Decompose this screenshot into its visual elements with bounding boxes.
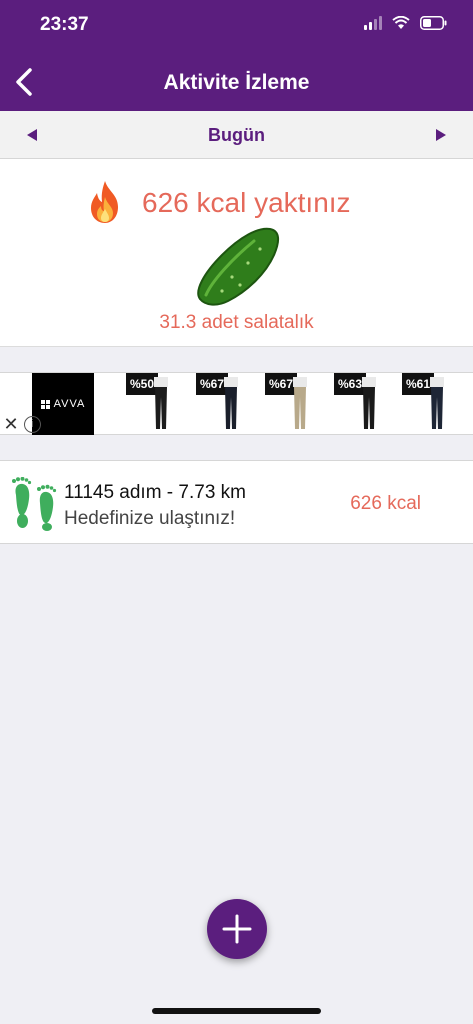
next-day-button[interactable] xyxy=(421,111,461,159)
activity-kcal-text: 626 kcal xyxy=(350,493,421,514)
battery-icon xyxy=(420,16,447,30)
close-icon[interactable]: ✕ xyxy=(2,415,20,433)
ad-product[interactable]: %50 xyxy=(126,373,194,435)
ad-product[interactable]: %63 xyxy=(334,373,402,435)
date-label: Bugün xyxy=(208,125,265,145)
page-title: Aktivite İzleme xyxy=(163,71,310,94)
add-activity-button[interactable] xyxy=(207,899,267,959)
header-bar: 23:37 Aktivite İzleme xyxy=(0,0,473,111)
flame-icon xyxy=(86,179,124,230)
ad-product[interactable]: %67 xyxy=(265,373,333,435)
wifi-icon xyxy=(392,16,410,30)
pants-image xyxy=(293,377,307,431)
footprints-icon xyxy=(10,476,60,536)
cucumber-icon xyxy=(192,225,284,312)
date-navigator: Bugün xyxy=(0,111,473,159)
activity-list-item[interactable]: 11145 adım - 7.73 km Hedefinize ulaştını… xyxy=(0,460,473,544)
ad-brand-logo[interactable]: AVVA xyxy=(32,373,94,435)
signal-icon xyxy=(364,16,382,30)
food-equivalent-text: 31.3 adet salatalık xyxy=(159,312,314,333)
ad-banner[interactable]: AVVA %50 %67 %67 %63 %61 ✕ i xyxy=(0,372,473,435)
info-icon[interactable]: i xyxy=(24,416,41,433)
triangle-right-icon xyxy=(436,129,446,141)
calorie-summary-card: 626 kcal yaktınız 31.3 adet salatalık xyxy=(0,159,473,347)
kcal-burned-text: 626 kcal yaktınız xyxy=(142,187,351,218)
goal-status-text: Hedefinize ulaştınız! xyxy=(64,508,236,529)
steps-distance-text: 11145 adım - 7.73 km xyxy=(64,482,247,503)
status-icons xyxy=(364,16,447,30)
home-indicator[interactable] xyxy=(152,1008,321,1014)
plus-icon xyxy=(222,914,252,944)
pants-image xyxy=(154,377,168,431)
ad-product[interactable]: %67 xyxy=(196,373,264,435)
pants-image xyxy=(224,377,238,431)
pants-image xyxy=(362,377,376,431)
ad-product[interactable]: %61 xyxy=(402,373,470,435)
pants-image xyxy=(430,377,444,431)
ad-brand-name: AVVA xyxy=(53,398,86,410)
status-time: 23:37 xyxy=(40,14,89,35)
